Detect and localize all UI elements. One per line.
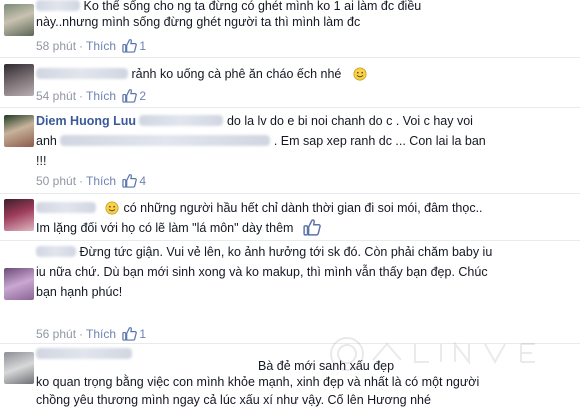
blurred-name [36, 202, 96, 213]
timestamp[interactable]: 50 phút [36, 174, 76, 188]
blurred-text [60, 135, 271, 146]
timestamp[interactable]: 58 phút [36, 39, 76, 53]
like-button[interactable]: Thích [86, 39, 116, 53]
blurred-name [36, 246, 76, 257]
comment-text: iu nữa chứ. Dù bạn mới sinh xong và ko m… [36, 265, 488, 279]
divider [0, 57, 580, 58]
comment-text: có những người hầu hết chỉ dành thời gia… [123, 201, 483, 215]
avatar[interactable] [4, 115, 34, 147]
divider [0, 193, 580, 194]
avatar[interactable] [4, 4, 34, 36]
divider [0, 107, 580, 108]
comment-text: bạn hạnh phúc! [36, 285, 123, 299]
like-count[interactable]: 4 [139, 174, 146, 188]
avatar[interactable] [4, 199, 34, 231]
divider [0, 240, 580, 241]
like-button[interactable]: Thích [86, 174, 116, 188]
thumbs-up-icon[interactable] [122, 173, 138, 188]
comment-text: Ko thể sống cho ng ta đừng có ghét mình … [83, 0, 422, 13]
timestamp[interactable]: 54 phút [36, 89, 76, 103]
comment-text: !!! [36, 154, 47, 168]
commenter-name[interactable]: Diem Huong Luu [36, 114, 136, 128]
like-button[interactable]: Thích [86, 89, 116, 103]
thumbs-up-icon[interactable] [122, 326, 138, 341]
blurred-name [36, 348, 132, 359]
comment-text: . Em sap xep ranh dc ... Con lai la ban [273, 134, 486, 148]
comment-text: ko quan trọng bằng việc con mình khỏe mạ… [36, 375, 480, 389]
avatar[interactable] [4, 352, 34, 384]
comment-text: do la lv do e bi noi chanh do c . Voi c … [226, 114, 473, 128]
comment-text: Im lặng đối với họ có lẽ làm "lá môn" dà… [36, 221, 294, 235]
comment-text: này..nhưng mình sống đừng ghét người ta … [36, 15, 361, 29]
avatar[interactable] [4, 64, 34, 96]
comment-text: Đừng tức giận. Vui vẻ lên, ko ảnh hưởng … [79, 245, 493, 259]
blurred-name [139, 115, 224, 126]
comment-text: Bà đẻ mới sanh xấu đẹp [258, 359, 395, 373]
like-count[interactable]: 1 [139, 327, 146, 341]
thumbs-up-icon[interactable] [303, 218, 321, 236]
smiley-icon [105, 201, 120, 215]
blurred-name [36, 0, 80, 11]
like-button[interactable]: Thích [86, 327, 116, 341]
comment-text: rảnh ko uống cà phê ăn cháo ếch nhé [131, 67, 342, 81]
blurred-name [36, 68, 128, 79]
avatar[interactable] [4, 268, 34, 300]
smiley-icon [353, 67, 367, 81]
thumbs-up-icon[interactable] [122, 88, 138, 103]
thumbs-up-icon[interactable] [122, 38, 138, 53]
timestamp[interactable]: 56 phút [36, 327, 76, 341]
comment-text: anh [36, 134, 57, 148]
like-count[interactable]: 1 [139, 39, 146, 53]
divider [0, 343, 580, 344]
comment-text: chồng yêu thương mình ngay cả lúc xấu xí… [36, 393, 431, 407]
like-count[interactable]: 2 [139, 89, 146, 103]
